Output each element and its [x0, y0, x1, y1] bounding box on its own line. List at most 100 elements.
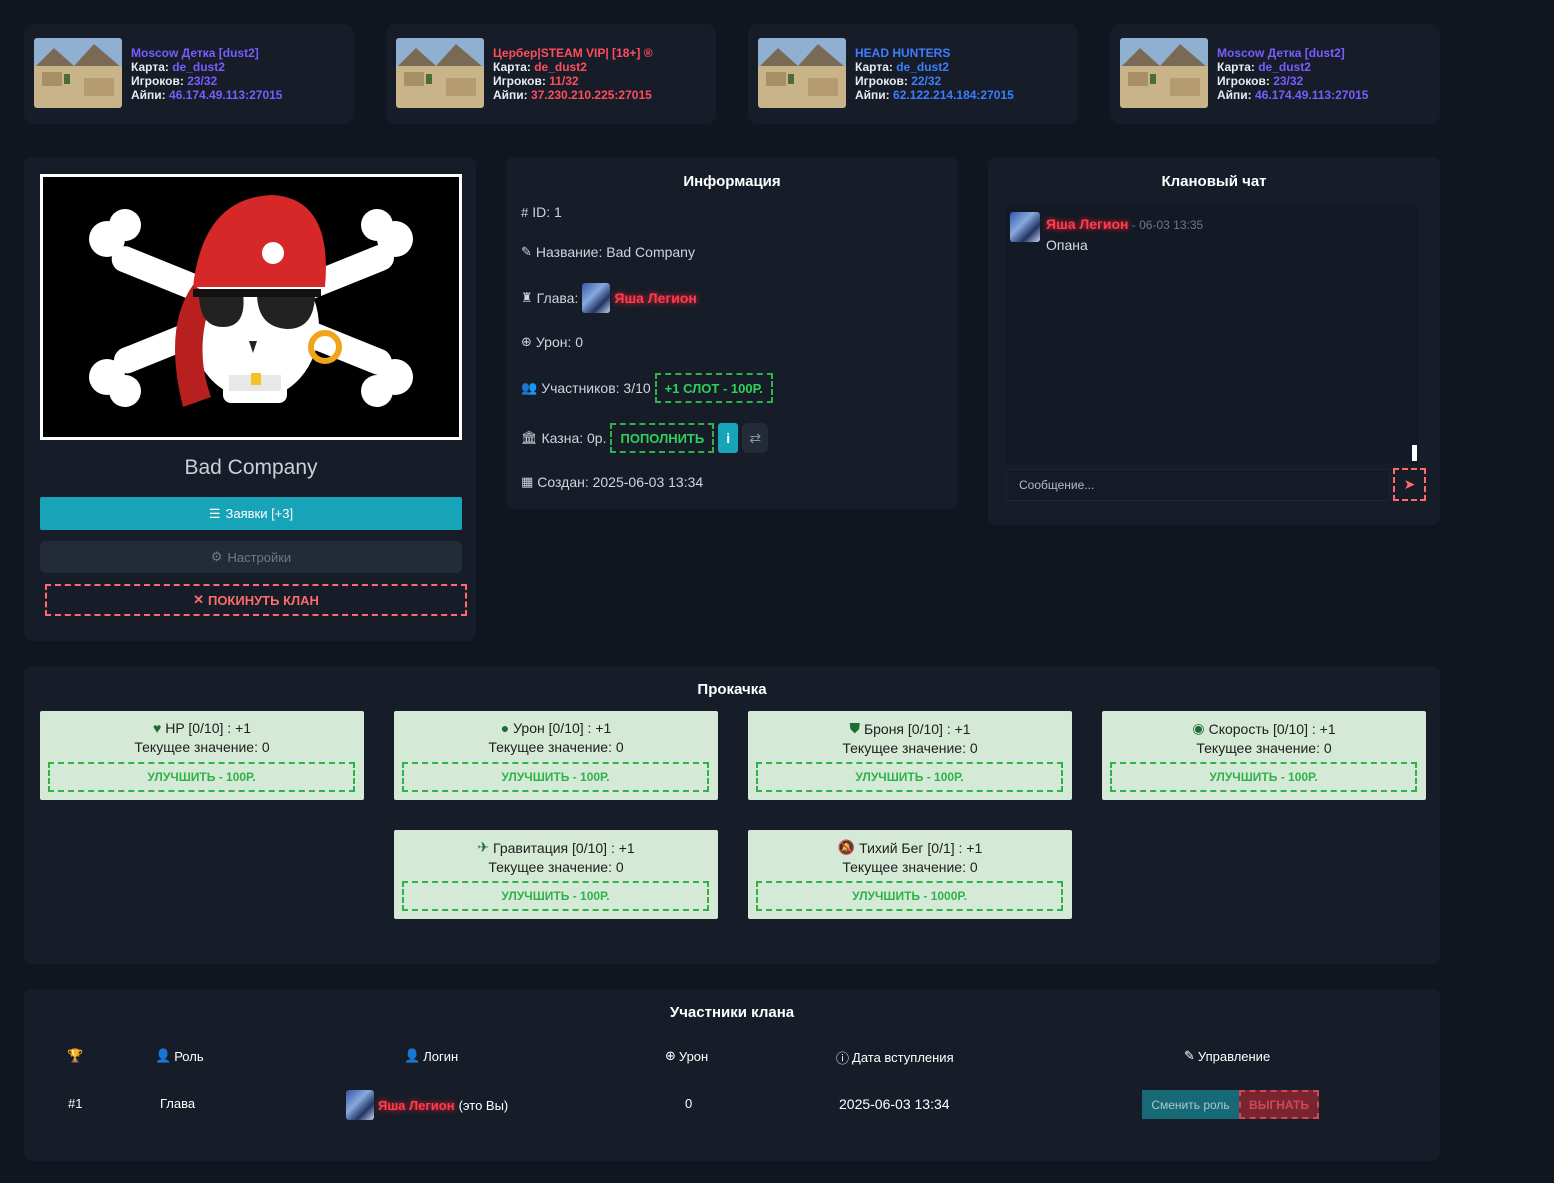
column-manage-label: Управление: [1197, 1048, 1271, 1064]
upgrade-title: Тихий Бег [0/1] : +1: [859, 839, 983, 856]
member-role: Глава: [160, 1096, 196, 1111]
clan-name: Bad Company: [184, 456, 318, 479]
member-self-note: (это Вы): [458, 1097, 509, 1113]
upgrade-card-speed: ◉ Скорость [0/10] : +1 Текущее значение: …: [1102, 711, 1426, 800]
created-date: Создан: 2025-06-03 13:34: [537, 474, 704, 490]
map-label: Карта:: [855, 60, 893, 74]
upgrade-button[interactable]: УЛУЧШИТЬ - 100Р.: [1110, 762, 1417, 792]
settings-button-label: Настройки: [227, 549, 292, 565]
member-rank: #1: [68, 1096, 83, 1111]
upgrade-card-gravity: ✈ Гравитация [0/10] : +1 Текущее значение…: [394, 830, 718, 919]
server-card[interactable]: HEAD HUNTERS Карта: de_dust2 Игроков: 22…: [748, 24, 1078, 124]
server-map: de_dust2: [896, 60, 949, 74]
server-name[interactable]: Цербер|STEAM VIP| [18+] ®: [493, 46, 653, 60]
upgrade-button[interactable]: УЛУЧШИТЬ - 1000Р.: [756, 881, 1063, 911]
send-message-button[interactable]: ➤: [1393, 468, 1426, 501]
server-name[interactable]: Moscow Детка [dust2]: [1217, 46, 1368, 60]
transfer-button[interactable]: ⇄: [742, 423, 769, 453]
server-ip[interactable]: 46.174.49.113:27015: [169, 88, 282, 102]
clan-name-row: ✎ Название: Bad Company: [521, 244, 695, 260]
requests-button[interactable]: ☰ Заявки [+3]: [40, 497, 462, 530]
settings-button[interactable]: ⚙ Настройки: [40, 541, 462, 573]
treasury-amount: Казна: 0р.: [541, 430, 607, 446]
info-panel: [506, 157, 958, 509]
avatar[interactable]: [582, 283, 611, 313]
column-role: 👤 Роль: [155, 1048, 204, 1064]
chat-messages[interactable]: Яша Легион - 06-03 13:35 Опана: [1006, 206, 1418, 464]
clan-members-row: 👥 Участников: 3/10 +1 СЛОТ - 100Р.: [521, 373, 773, 403]
server-card[interactable]: Цербер|STEAM VIP| [18+] ® Карта: de_dust…: [386, 24, 716, 124]
upgrade-card-armor: ⛊ Броня [0/10] : +1 Текущее значение: 0 У…: [748, 711, 1072, 800]
file-signature-icon: ✎: [521, 244, 532, 259]
server-ip[interactable]: 46.174.49.113:27015: [1255, 88, 1368, 102]
exchange-icon: ⇄: [749, 429, 762, 446]
upgrades-title: Прокачка: [697, 681, 767, 698]
column-joined: ⓘ Дата вступления: [836, 1048, 954, 1067]
member-login[interactable]: Яша Легион: [378, 1098, 455, 1113]
avatar[interactable]: [1010, 212, 1040, 242]
server-map: de_dust2: [534, 60, 587, 74]
leave-clan-button[interactable]: ✕ ПОКИНУТЬ КЛАН: [45, 584, 467, 616]
upgrade-card-silent-run: 🔕 Тихий Бег [0/1] : +1 Текущее значение: …: [748, 830, 1072, 919]
chess-rook-icon: ♜: [521, 290, 533, 305]
clan-leader-row: ♜ Глава: Яша Легион: [521, 283, 697, 313]
gears-icon: ⚙: [210, 549, 223, 564]
upgrade-card-damage: ● Урон [0/10] : +1 Текущее значение: 0 УЛ…: [394, 711, 718, 800]
column-damage: ⊕ Урон: [665, 1048, 708, 1064]
server-name[interactable]: Moscow Детка [dust2]: [131, 46, 282, 60]
server-card[interactable]: Moscow Детка [dust2] Карта: de_dust2 Игр…: [24, 24, 354, 124]
change-role-button[interactable]: Сменить роль: [1142, 1090, 1239, 1119]
upgrade-card-hp: ♥ HP [0/10] : +1 Текущее значение: 0 УЛУЧ…: [40, 711, 364, 800]
column-login-label: Логин: [423, 1048, 459, 1064]
ip-label: Айпи:: [855, 88, 890, 102]
members-count: Участников: 3/10: [541, 380, 651, 396]
chat-message-input[interactable]: [1006, 469, 1390, 501]
upgrade-title: Гравитация [0/10] : +1: [493, 839, 635, 856]
server-name[interactable]: HEAD HUNTERS: [855, 46, 1014, 60]
top-up-button[interactable]: ПОПОЛНИТЬ: [610, 423, 715, 453]
treasury-info-button[interactable]: i: [718, 423, 739, 453]
leader-name[interactable]: Яша Легион: [614, 290, 696, 306]
server-ip[interactable]: 62.122.214.184:27015: [893, 88, 1014, 102]
clan-damage: Урон: 0: [535, 334, 584, 350]
leader-label: Глава:: [536, 290, 579, 306]
server-ip[interactable]: 37.230.210.225:27015: [531, 88, 652, 102]
upgrade-current-value: Текущее значение: 0: [842, 740, 978, 756]
upgrade-button[interactable]: УЛУЧШИТЬ - 100Р.: [402, 881, 709, 911]
trophy-icon: 🏆: [67, 1048, 84, 1063]
upgrade-button[interactable]: УЛУЧШИТЬ - 100Р.: [48, 762, 355, 792]
upgrade-current-value: Текущее значение: 0: [842, 859, 978, 875]
add-slot-button[interactable]: +1 СЛОТ - 100Р.: [654, 373, 773, 403]
server-players: 23/32: [187, 74, 218, 88]
close-icon: ✕: [193, 592, 204, 607]
map-thumbnail: [1120, 38, 1208, 108]
column-manage: ✎ Управление: [1184, 1048, 1270, 1064]
requests-button-label: Заявки [+3]: [225, 506, 294, 521]
players-label: Игроков:: [855, 74, 908, 88]
upgrade-current-value: Текущее значение: 0: [488, 739, 624, 755]
upgrade-button[interactable]: УЛУЧШИТЬ - 100Р.: [756, 762, 1063, 792]
message-author[interactable]: Яша Легион: [1046, 216, 1128, 232]
kick-member-button[interactable]: ВЫГНАТЬ: [1239, 1090, 1319, 1119]
server-card[interactable]: Moscow Детка [dust2] Карта: de_dust2 Игр…: [1110, 24, 1440, 124]
map-thumbnail: [758, 38, 846, 108]
ip-label: Айпи:: [1217, 88, 1252, 102]
info-title: Информация: [683, 173, 781, 190]
upgrade-current-value: Текущее значение: 0: [488, 859, 624, 875]
plane-icon: ✈: [477, 839, 490, 855]
bomb-icon: ●: [500, 720, 510, 736]
avatar[interactable]: [346, 1090, 374, 1120]
user-icon: 👤: [155, 1048, 172, 1063]
clan-id: ID: 1: [532, 204, 562, 220]
hashtag-icon: #: [521, 204, 529, 220]
map-label: Карта:: [1217, 60, 1255, 74]
upgrade-title: Урон [0/10] : +1: [513, 720, 612, 736]
member-joined: 2025-06-03 13:34: [839, 1096, 950, 1112]
clan-damage-row: ⊕ Урон: 0: [521, 334, 583, 350]
chat-scrollbar[interactable]: [1412, 445, 1417, 461]
column-rank: 🏆: [67, 1048, 83, 1064]
column-damage-label: Урон: [678, 1048, 709, 1064]
list-icon: ☰: [208, 505, 221, 521]
column-role-label: Роль: [174, 1048, 204, 1064]
upgrade-button[interactable]: УЛУЧШИТЬ - 100Р.: [402, 762, 709, 792]
